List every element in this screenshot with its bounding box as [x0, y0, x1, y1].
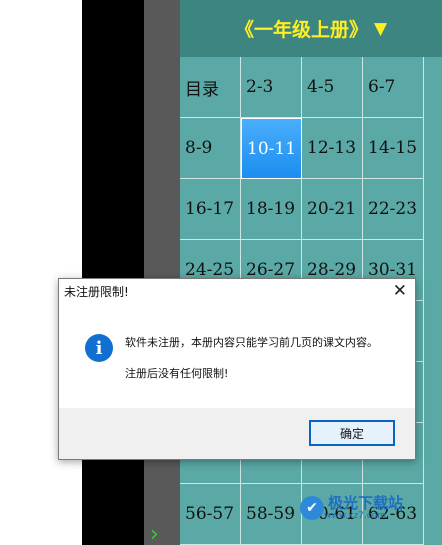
watermark-url: www.xz7.com — [324, 511, 386, 521]
close-icon[interactable]: ✕ — [393, 280, 407, 302]
triangle-down-icon: ▼ — [373, 18, 388, 39]
page-cell[interactable]: 2-3 — [241, 57, 302, 118]
ok-button[interactable]: 确定 — [309, 420, 395, 446]
page-cell[interactable]: 58-59 — [241, 484, 302, 545]
page-cell[interactable]: 18-19 — [241, 179, 302, 240]
watermark-text: 极光下载站 — [328, 494, 404, 512]
unregistered-dialog: 未注册限制! ✕ i 软件未注册，本册内容只能学习前几页的课文内容。 注册后没有… — [58, 278, 416, 460]
watermark-logo-icon: ✔ — [300, 496, 324, 520]
info-icon: i — [85, 334, 113, 362]
book-title: 《一年级上册》 — [234, 19, 368, 41]
next-page-button[interactable]: › — [150, 524, 170, 545]
page-cell[interactable]: 8-9 — [180, 118, 241, 179]
side-nav-strip — [144, 0, 180, 545]
page-cell[interactable]: 16-17 — [180, 179, 241, 240]
page-cell[interactable]: 14-15 — [363, 118, 424, 179]
chevron-right-icon: › — [150, 522, 159, 545]
page-cell[interactable]: 6-7 — [363, 57, 424, 118]
dialog-message: 软件未注册，本册内容只能学习前几页的课文内容。 — [125, 336, 378, 349]
page-cell[interactable]: 56-57 — [180, 484, 241, 545]
page-cell[interactable]: 4-5 — [302, 57, 363, 118]
left-black-panel — [82, 0, 144, 545]
book-page-panel: 《一年级上册》 ▼ 目录 2-3 4-5 6-7 8-9 10-11 12-13 14-15 1… — [180, 0, 442, 545]
page-cell[interactable]: 目录 — [180, 57, 241, 118]
watermark: ✔ 极光下载站 www.xz7.com — [300, 493, 403, 523]
book-selector[interactable]: 《一年级上册》 ▼ — [180, 0, 442, 57]
dialog-titlebar: 未注册限制! ✕ — [59, 279, 415, 303]
dialog-footer: 确定 — [59, 408, 415, 459]
dialog-message-secondary: 注册后没有任何限制! — [125, 367, 229, 380]
page-cell[interactable]: 22-23 — [363, 179, 424, 240]
scroll-strip — [424, 57, 442, 545]
page-cell[interactable]: 10-11 — [241, 118, 302, 179]
page-cell[interactable]: 20-21 — [302, 179, 363, 240]
dialog-title: 未注册限制! — [64, 285, 129, 299]
left-blank-area — [0, 0, 82, 545]
page-cell[interactable]: 12-13 — [302, 118, 363, 179]
